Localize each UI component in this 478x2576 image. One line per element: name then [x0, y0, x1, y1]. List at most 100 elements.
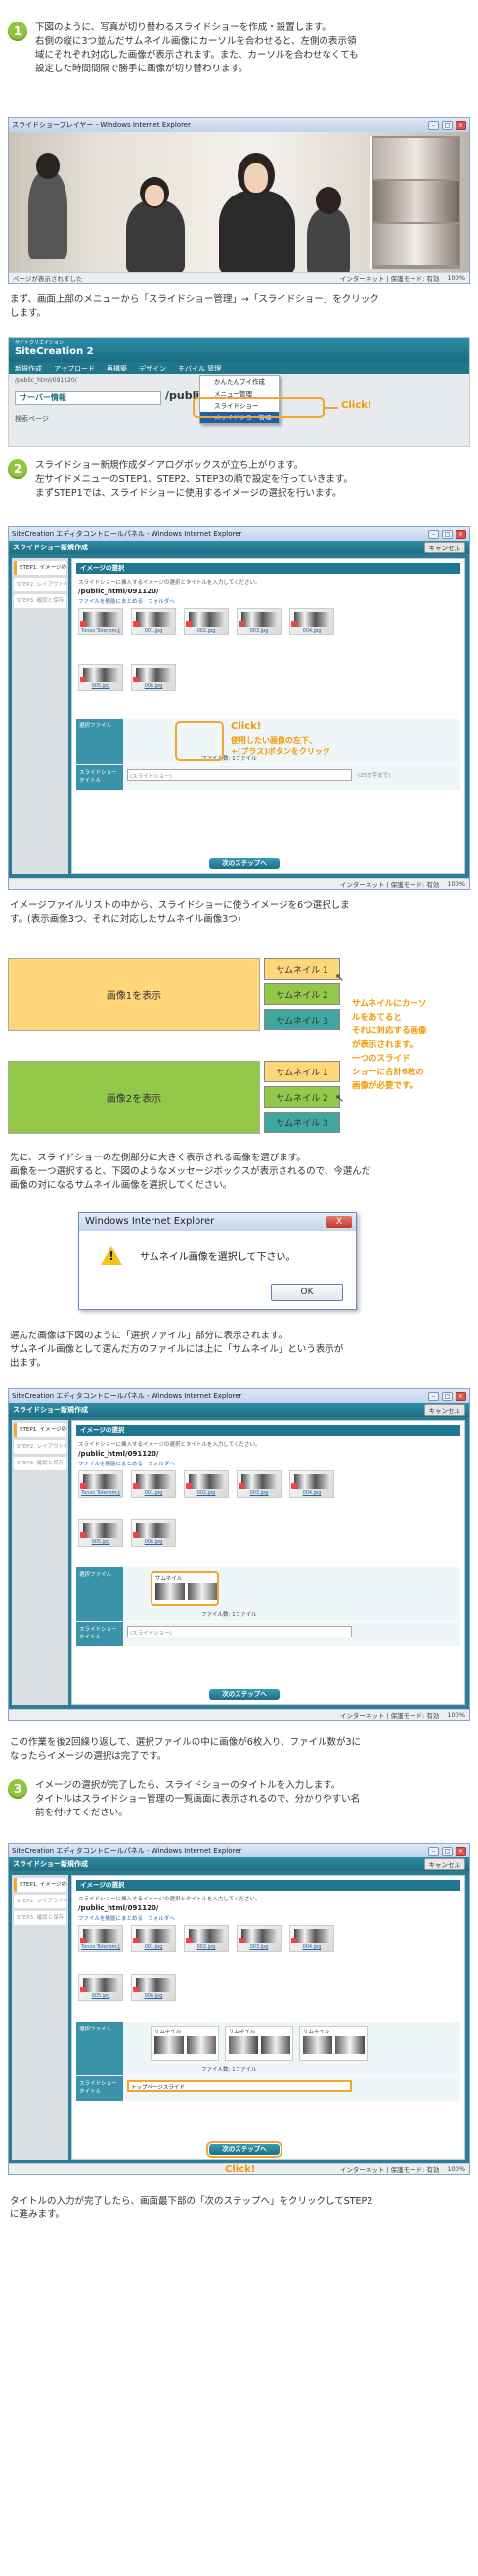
thumbnail-3[interactable]: サムネイル 3	[264, 1009, 340, 1030]
image-thumb[interactable]: Tonos Tolerism.jpg	[78, 608, 123, 635]
thumbnail-image[interactable]	[373, 224, 459, 265]
image-thumb[interactable]: 001.jpg	[131, 1470, 176, 1498]
nav-step2[interactable]: STEP2. レイアウトの選択	[14, 578, 66, 591]
minimize-button[interactable]: –	[428, 1391, 439, 1401]
add-plus-button[interactable]	[291, 1483, 297, 1489]
minimize-button[interactable]: –	[428, 1846, 439, 1856]
add-plus-button[interactable]	[186, 1938, 192, 1943]
add-plus-button[interactable]	[80, 677, 86, 682]
nav-step3[interactable]: STEP3. 確認と保存	[14, 1911, 66, 1925]
add-plus-button[interactable]	[239, 1938, 244, 1943]
nav-step1[interactable]: STEP1. イメージの選択	[14, 1423, 66, 1437]
image-thumb[interactable]: 004.jpg	[289, 1470, 334, 1498]
upload-link[interactable]: ファイルを機能にまとめる フォルダへ	[78, 1460, 458, 1467]
slideshow-editor-window: SiteCreation エディタコントロールパネル - Windows Int…	[8, 526, 470, 890]
next-step-button[interactable]: 次のステップへ	[209, 858, 280, 869]
add-plus-button[interactable]	[133, 1938, 139, 1943]
add-plus-button[interactable]	[133, 1987, 139, 1992]
nav-step1[interactable]: STEP1. イメージの選択	[14, 1878, 66, 1892]
title-input[interactable]: トップページスライド	[127, 2080, 352, 2092]
add-plus-button[interactable]	[291, 621, 297, 627]
menu-new[interactable]: 新規作成	[15, 364, 42, 373]
image-thumb[interactable]: 005.jpg	[78, 664, 123, 691]
menu-mobile[interactable]: モバイル 管理	[178, 364, 221, 373]
thumbnail-2[interactable]: サムネイル 2	[264, 1086, 340, 1108]
close-button[interactable]: ×	[456, 120, 466, 130]
add-plus-button[interactable]	[80, 1532, 86, 1538]
image-thumb[interactable]: 006.jpg	[131, 1519, 176, 1547]
add-plus-button[interactable]	[133, 1532, 139, 1538]
title-input[interactable]: (スライドショー)	[127, 769, 352, 781]
add-plus-button[interactable]	[133, 677, 139, 682]
thumbnail-3[interactable]: サムネイル 3	[264, 1112, 340, 1133]
image-thumb[interactable]: 002.jpg	[184, 608, 229, 635]
nav-step1[interactable]: STEP1. イメージの選択	[14, 561, 66, 575]
image-thumb[interactable]: 004.jpg	[289, 608, 334, 635]
image-thumb[interactable]: Tonos Tolerism.jpg	[78, 1470, 123, 1498]
add-plus-button[interactable]	[239, 1483, 244, 1489]
image-thumb[interactable]: 003.jpg	[237, 1925, 282, 1952]
add-plus-button[interactable]	[239, 621, 244, 627]
maximize-button[interactable]: □	[442, 1846, 453, 1856]
nav-step2[interactable]: STEP2. レイアウトの選択	[14, 1440, 66, 1454]
nav-step3[interactable]: STEP3. 確認と保存	[14, 1457, 66, 1470]
image-thumb[interactable]: 001.jpg	[131, 608, 176, 635]
image-thumb[interactable]: 006.jpg	[131, 664, 176, 691]
ok-button[interactable]: OK	[271, 1284, 343, 1301]
add-plus-button[interactable]	[133, 1483, 139, 1489]
thumbnail-1[interactable]: サムネイル 1	[264, 1061, 340, 1082]
menu-rebuild[interactable]: 再構築	[107, 364, 127, 373]
image-thumb[interactable]: Tonos Tolerism.jpg	[78, 1925, 123, 1952]
image-thumb[interactable]: 003.jpg	[237, 1470, 282, 1498]
image-thumb[interactable]: 006.jpg	[131, 1974, 176, 2001]
window-title: SiteCreation エディタコントロールパネル - Windows Int…	[12, 1392, 242, 1400]
zoom-level[interactable]: 100%	[447, 1711, 465, 1719]
nav-step3[interactable]: STEP3. 確認と保存	[14, 594, 66, 608]
zoom-level[interactable]: 100%	[447, 880, 465, 888]
image-thumb[interactable]: 005.jpg	[78, 1974, 123, 2001]
maximize-button[interactable]: □	[442, 1391, 453, 1401]
close-button[interactable]: ×	[456, 1846, 466, 1856]
add-plus-button[interactable]	[80, 1987, 86, 1992]
next-step-button[interactable]: 次のステップへ	[206, 2141, 282, 2158]
menu-item-easy[interactable]: かんたんブイ作成	[200, 376, 279, 388]
maximize-button[interactable]: □	[442, 529, 453, 539]
zoom-level[interactable]: 100%	[447, 2165, 465, 2173]
upload-link[interactable]: ファイルを機能にまとめる フォルダへ	[78, 597, 458, 605]
image-thumb[interactable]: 001.jpg	[131, 1925, 176, 1952]
minimize-button[interactable]: –	[428, 529, 439, 539]
menu-upload[interactable]: アップロード	[54, 364, 95, 373]
nav-step2[interactable]: STEP2. レイアウトの選択	[14, 1895, 66, 1908]
thumbnail-image[interactable]	[373, 181, 459, 222]
image-thumb[interactable]: 003.jpg	[237, 608, 282, 635]
thumbnail-2[interactable]: サムネイル 2	[264, 983, 340, 1005]
add-plus-button[interactable]	[80, 1483, 86, 1489]
upload-link[interactable]: ファイルを機能にまとめる フォルダへ	[78, 1914, 458, 1922]
add-plus-button[interactable]	[186, 621, 192, 627]
next-step-button[interactable]: 次のステップへ	[209, 1689, 280, 1700]
dialog-close-button[interactable]: X	[326, 1216, 352, 1228]
thumbnail-image[interactable]	[373, 138, 459, 179]
close-button[interactable]: ×	[456, 1391, 466, 1401]
add-plus-button[interactable]	[80, 1938, 86, 1943]
image-thumb[interactable]: 004.jpg	[289, 1925, 334, 1952]
title-input[interactable]: (スライドショー)	[127, 1626, 352, 1637]
add-plus-button[interactable]	[133, 621, 139, 627]
maximize-button[interactable]: □	[442, 120, 453, 130]
sidebar-item-server[interactable]: サーバー情報	[15, 391, 161, 405]
image-thumb[interactable]: 002.jpg	[184, 1470, 229, 1498]
image-thumb[interactable]: 005.jpg	[78, 1519, 123, 1547]
cancel-button[interactable]: キャンセル	[423, 1858, 465, 1870]
close-button[interactable]: ×	[456, 529, 466, 539]
add-plus-button[interactable]	[186, 1483, 192, 1489]
thumbnail-1[interactable]: サムネイル 1	[264, 958, 340, 980]
minimize-button[interactable]: –	[428, 120, 439, 130]
cancel-button[interactable]: キャンセル	[423, 1404, 465, 1416]
add-plus-button[interactable]	[80, 621, 86, 627]
cancel-button[interactable]: キャンセル	[423, 542, 465, 553]
zoom-level[interactable]: 100%	[447, 274, 465, 282]
add-plus-button[interactable]	[291, 1938, 297, 1943]
menu-design[interactable]: デザイン	[139, 364, 166, 373]
image-thumb[interactable]: 002.jpg	[184, 1925, 229, 1952]
sidebar-item-search[interactable]: 検索ページ	[15, 415, 49, 424]
